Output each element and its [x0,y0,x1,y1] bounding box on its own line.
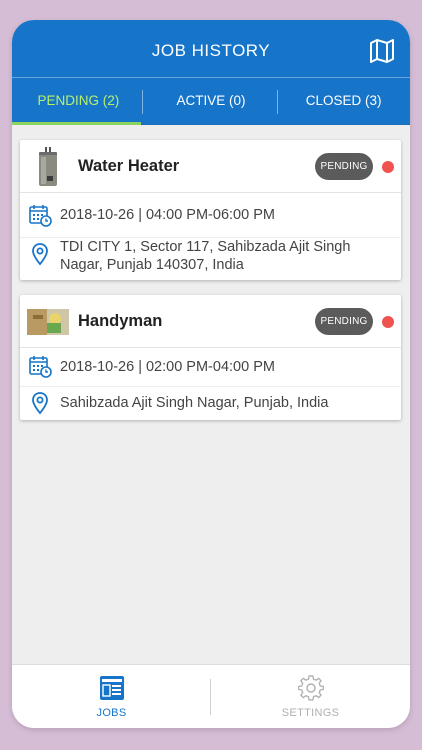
job-address: TDI CITY 1, Sector 117, Sahibzada Ajit S… [60,239,351,273]
job-datetime: 2018-10-26 | 02:00 PM-04:00 PM [60,359,275,375]
location-pin-icon [32,392,48,415]
status-badge: PENDING [315,153,373,180]
location-pin-icon [32,243,48,266]
page-title: JOB HISTORY [151,41,271,60]
service-name: Handyman [78,312,163,330]
map-icon[interactable] [369,39,395,63]
job-address-row: TDI CITY 1, Sector 117, Sahibzada Ajit S… [20,237,401,280]
phone-screen: JOB HISTORY PENDING (2) ACTIVE (0) CLOSE… [12,20,410,728]
tab-active[interactable]: ACTIVE (0) [145,78,278,125]
job-card-header: Water Heater PENDING [20,140,401,193]
gear-icon [297,675,324,701]
bottom-nav: JOBS SETTINGS [12,664,410,728]
status-dot [382,161,394,173]
tab-divider [277,90,278,114]
job-address-row: Sahibzada Ajit Singh Nagar, Punjab, Indi… [20,386,401,420]
status-badge: PENDING [315,308,373,335]
job-card-header: Handyman PENDING [20,295,401,348]
tab-divider [142,90,143,114]
job-card[interactable]: Water Heater PENDING 2018-10-26 | 04:00 … [20,140,401,280]
nav-jobs-label: JOBS [96,707,127,719]
water-heater-image [39,147,57,186]
tab-bar: PENDING (2) ACTIVE (0) CLOSED (3) [12,78,410,125]
job-address: Sahibzada Ajit Singh Nagar, Punjab, Indi… [60,395,329,411]
nav-jobs[interactable]: JOBS [12,665,211,728]
calendar-icon [29,356,52,378]
jobs-icon [99,676,124,700]
job-datetime-row: 2018-10-26 | 02:00 PM-04:00 PM [20,348,401,386]
handyman-image [27,309,69,335]
app-header: JOB HISTORY PENDING (2) ACTIVE (0) CLOSE… [12,20,410,125]
tab-closed[interactable]: CLOSED (3) [277,78,410,125]
service-name: Water Heater [78,157,180,175]
nav-settings-label: SETTINGS [281,707,340,719]
nav-settings[interactable]: SETTINGS [211,665,410,728]
calendar-icon [29,205,52,227]
job-datetime-row: 2018-10-26 | 04:00 PM-06:00 PM [20,193,401,237]
job-card[interactable]: Handyman PENDING 2018-10-26 | 02:00 PM-0… [20,295,401,420]
job-datetime: 2018-10-26 | 04:00 PM-06:00 PM [60,207,275,223]
status-dot [382,316,394,328]
tab-pending[interactable]: PENDING (2) [12,78,145,125]
